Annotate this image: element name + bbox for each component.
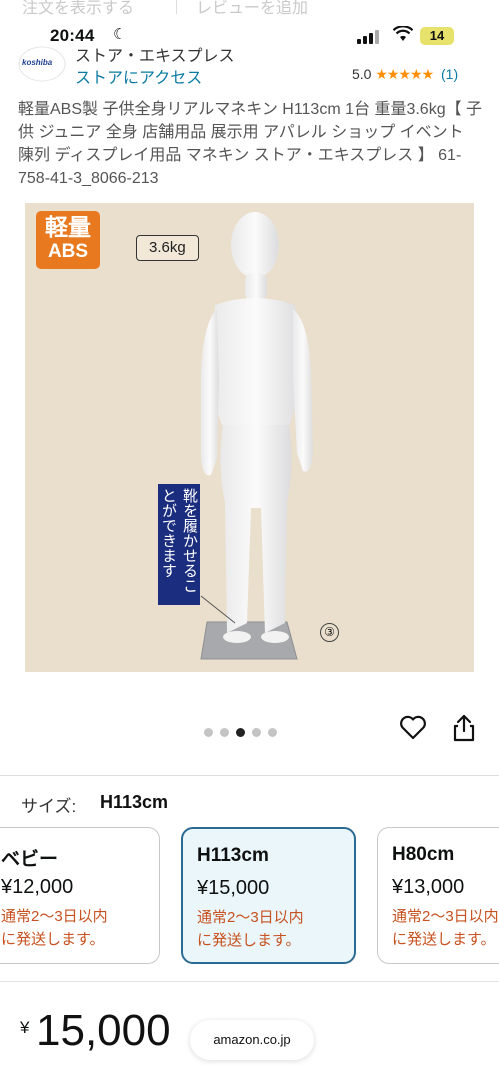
currency-symbol: ¥ xyxy=(20,1018,30,1037)
ghost-view-orders: 注文を表示する xyxy=(22,0,135,17)
battery-indicator: 14 xyxy=(420,27,454,45)
carousel-dot-active[interactable] xyxy=(236,728,245,737)
carousel-dots[interactable] xyxy=(204,724,284,742)
wifi-icon xyxy=(392,25,414,47)
mannequin-illustration xyxy=(200,212,313,660)
selected-size: H113cm xyxy=(100,792,169,812)
size-label: サイズ: xyxy=(21,797,77,816)
share-icon[interactable] xyxy=(450,713,478,743)
size-option-name: H113cm xyxy=(197,845,269,866)
store-name: ストア・エキスプレス xyxy=(75,48,235,65)
size-option-name: ベビー xyxy=(1,849,59,870)
price-divider xyxy=(0,981,499,982)
size-option-h113cm[interactable]: H113cm ¥15,000 通常2～3日以内 に発送します。 xyxy=(181,827,356,964)
rating-value: 5.0 xyxy=(352,66,372,82)
size-option-shipping: 通常2～3日以内 に発送します。 xyxy=(197,909,304,949)
carousel-dot[interactable] xyxy=(268,728,277,737)
size-option-price: ¥12,000 xyxy=(1,876,74,898)
moon-icon: ☾ xyxy=(113,26,127,43)
size-option-h80cm[interactable]: H80cm ¥13,000 通常2～3日以内 に発送します。 xyxy=(377,827,499,964)
size-option-shipping: 通常2～3日以内 に発送します。 xyxy=(1,908,108,948)
cellular-signal-icon xyxy=(357,30,381,44)
ghost-add-review: レビューを追加 xyxy=(196,0,309,17)
size-option-baby[interactable]: ベビー ¥12,000 通常2～3日以内 に発送します。 xyxy=(0,827,160,964)
visit-store-link[interactable]: ストアにアクセス xyxy=(75,64,202,88)
carousel-dot[interactable] xyxy=(220,728,229,737)
numbered-mark: ③ xyxy=(320,623,339,642)
store-rating[interactable]: 5.0 ★★★★★ (1) xyxy=(352,66,458,83)
url-bar[interactable]: amazon.co.jp xyxy=(190,1020,314,1060)
heart-icon[interactable] xyxy=(398,712,428,742)
size-option-price: ¥15,000 xyxy=(197,877,270,899)
price-value: 15,000 xyxy=(36,1006,171,1055)
carousel-dot[interactable] xyxy=(204,728,213,737)
star-rating-icon: ★★★★★ xyxy=(375,66,434,82)
size-option-name: H80cm xyxy=(392,844,455,865)
ghost-divider xyxy=(176,0,177,14)
product-title: 軽量ABS製 子供全身リアルマネキン H113cm 1台 重量3.6kg【 子供… xyxy=(18,101,483,187)
size-option-shipping: 通常2～3日以内 に発送します。 xyxy=(392,908,499,948)
carousel-dot[interactable] xyxy=(252,728,261,737)
store-logo-text: koshiba xyxy=(22,58,53,67)
rating-count[interactable]: (1) xyxy=(441,66,458,82)
product-image[interactable]: 軽量 ABS 3.6kg 靴を履かせることができます ③ xyxy=(25,203,474,672)
shoes-note: 靴を履かせることができます xyxy=(158,484,200,605)
section-divider xyxy=(0,775,499,776)
size-option-price: ¥13,000 xyxy=(392,876,465,898)
